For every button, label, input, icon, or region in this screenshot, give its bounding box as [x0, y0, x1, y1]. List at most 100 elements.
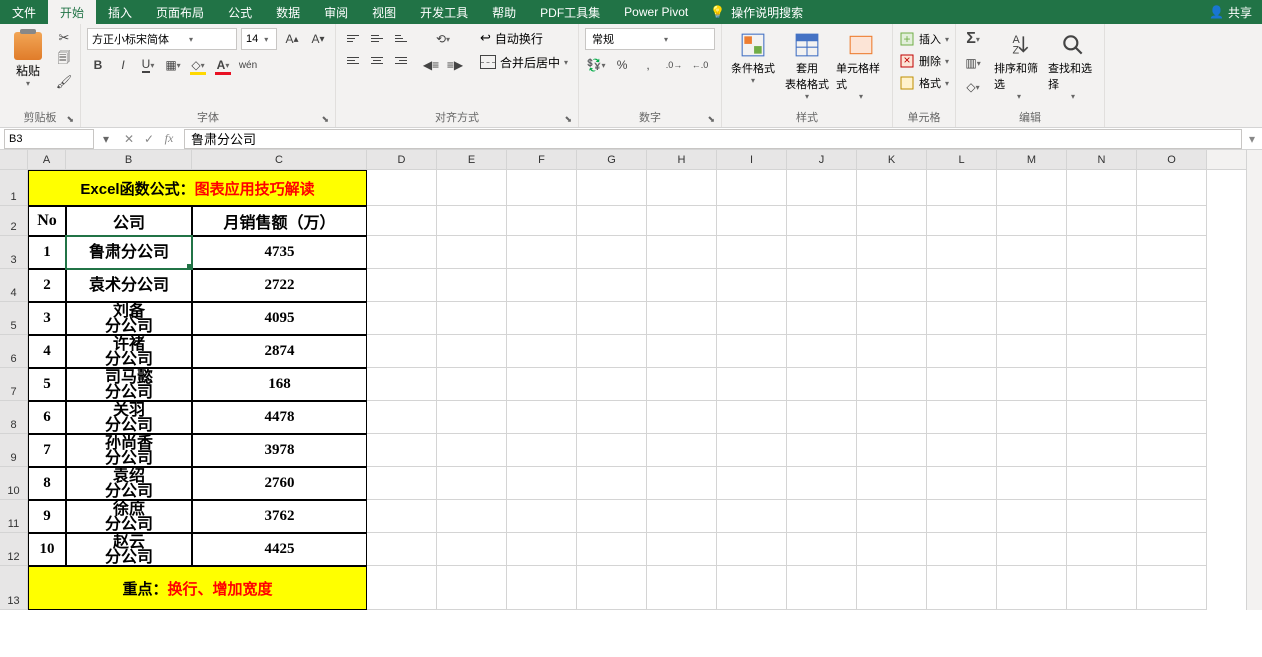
cell[interactable] — [787, 368, 857, 401]
row-header-11[interactable]: 11 — [0, 500, 28, 533]
cell[interactable] — [507, 170, 577, 206]
cell[interactable] — [717, 236, 787, 269]
column-header-J[interactable]: J — [787, 150, 857, 169]
cell-value[interactable]: 2874 — [192, 335, 367, 368]
italic-button[interactable]: I — [112, 54, 134, 76]
cell-no[interactable]: 2 — [28, 269, 66, 302]
cell[interactable] — [1137, 500, 1207, 533]
cell[interactable] — [647, 368, 717, 401]
align-right-button[interactable] — [390, 50, 412, 70]
row-header-8[interactable]: 8 — [0, 401, 28, 434]
cell[interactable] — [997, 566, 1067, 610]
orientation-button[interactable]: ⟲▾ — [420, 28, 466, 50]
decrease-decimal-button[interactable]: ←.0 — [689, 54, 711, 76]
column-header-E[interactable]: E — [437, 150, 507, 169]
cell[interactable] — [1067, 170, 1137, 206]
cell[interactable] — [717, 302, 787, 335]
cell[interactable] — [787, 401, 857, 434]
row-header-10[interactable]: 10 — [0, 467, 28, 500]
title-cell[interactable]: Excel函数公式：图表应用技巧解读 — [28, 170, 367, 206]
cell[interactable] — [1067, 269, 1137, 302]
cell[interactable] — [647, 401, 717, 434]
cut-button[interactable]: ✂ — [54, 28, 74, 48]
number-format-select[interactable]: 常规▾ — [585, 28, 715, 50]
merge-center-button[interactable]: 合并后居中 ▾ — [476, 52, 572, 72]
paste-button[interactable]: 粘贴 ▾ — [6, 28, 50, 88]
decrease-indent-button[interactable]: ◀≡ — [420, 54, 442, 76]
cell[interactable] — [1137, 335, 1207, 368]
cell[interactable] — [857, 467, 927, 500]
align-top-button[interactable] — [342, 28, 364, 48]
tab-dev[interactable]: 开发工具 — [408, 0, 480, 25]
dialog-launcher-icon[interactable]: ⬊ — [66, 114, 74, 125]
cell[interactable] — [857, 236, 927, 269]
cell[interactable] — [927, 566, 997, 610]
cell-company[interactable]: 关羽 分公司 — [66, 401, 192, 434]
column-header-C[interactable]: C — [192, 150, 367, 169]
row-header-7[interactable]: 7 — [0, 368, 28, 401]
cell[interactable] — [577, 401, 647, 434]
dialog-launcher-icon[interactable]: ⬊ — [321, 114, 329, 125]
cell-company[interactable]: 赵云 分公司 — [66, 533, 192, 566]
cell[interactable] — [577, 302, 647, 335]
column-header-I[interactable]: I — [717, 150, 787, 169]
cell[interactable] — [927, 170, 997, 206]
insert-cells-button[interactable]: + 插入▾ — [899, 28, 949, 50]
name-box-dropdown[interactable]: ▾ — [98, 132, 114, 146]
cell[interactable] — [927, 206, 997, 236]
cell-no[interactable]: 9 — [28, 500, 66, 533]
tab-help[interactable]: 帮助 — [480, 0, 528, 25]
cell[interactable] — [857, 434, 927, 467]
cell[interactable] — [717, 401, 787, 434]
cell[interactable] — [857, 401, 927, 434]
copy-button[interactable]: 🗐 — [54, 50, 74, 70]
vertical-scrollbar[interactable] — [1246, 150, 1262, 610]
cell-value[interactable]: 2760 — [192, 467, 367, 500]
cell[interactable] — [507, 434, 577, 467]
cell-value[interactable]: 3762 — [192, 500, 367, 533]
align-left-button[interactable] — [342, 50, 364, 70]
row-header-1[interactable]: 1 — [0, 170, 28, 206]
cell[interactable] — [507, 302, 577, 335]
cell[interactable] — [577, 368, 647, 401]
column-header-H[interactable]: H — [647, 150, 717, 169]
column-header-M[interactable]: M — [997, 150, 1067, 169]
cell[interactable] — [857, 302, 927, 335]
cell[interactable] — [507, 335, 577, 368]
note-cell[interactable]: 重点：换行、增加宽度 — [28, 566, 367, 610]
cell[interactable] — [507, 566, 577, 610]
cell[interactable] — [577, 335, 647, 368]
tab-formulas[interactable]: 公式 — [216, 0, 264, 25]
cell[interactable] — [647, 335, 717, 368]
cell-value[interactable]: 4095 — [192, 302, 367, 335]
cell[interactable] — [647, 434, 717, 467]
cell[interactable] — [857, 533, 927, 566]
tab-view[interactable]: 视图 — [360, 0, 408, 25]
cell[interactable] — [647, 467, 717, 500]
cell[interactable] — [857, 206, 927, 236]
cell[interactable] — [927, 302, 997, 335]
cell[interactable] — [507, 500, 577, 533]
cell[interactable] — [647, 269, 717, 302]
tab-insert[interactable]: 插入 — [96, 0, 144, 25]
format-painter-button[interactable]: 🖌 — [54, 72, 74, 92]
cell-no[interactable]: 10 — [28, 533, 66, 566]
row-header-4[interactable]: 4 — [0, 269, 28, 302]
cell[interactable] — [367, 335, 437, 368]
cell[interactable] — [787, 170, 857, 206]
row-header-3[interactable]: 3 — [0, 236, 28, 269]
cell[interactable] — [647, 500, 717, 533]
cell[interactable] — [507, 533, 577, 566]
cell[interactable] — [1067, 206, 1137, 236]
cell[interactable] — [647, 302, 717, 335]
cell[interactable] — [717, 467, 787, 500]
cell[interactable] — [367, 533, 437, 566]
cell[interactable] — [437, 170, 507, 206]
conditional-format-button[interactable]: 条件格式▾ — [728, 28, 778, 85]
cell[interactable] — [927, 368, 997, 401]
comma-button[interactable]: , — [637, 54, 659, 76]
cell[interactable] — [997, 533, 1067, 566]
column-header-B[interactable]: B — [66, 150, 192, 169]
column-header-O[interactable]: O — [1137, 150, 1207, 169]
cell[interactable] — [997, 467, 1067, 500]
